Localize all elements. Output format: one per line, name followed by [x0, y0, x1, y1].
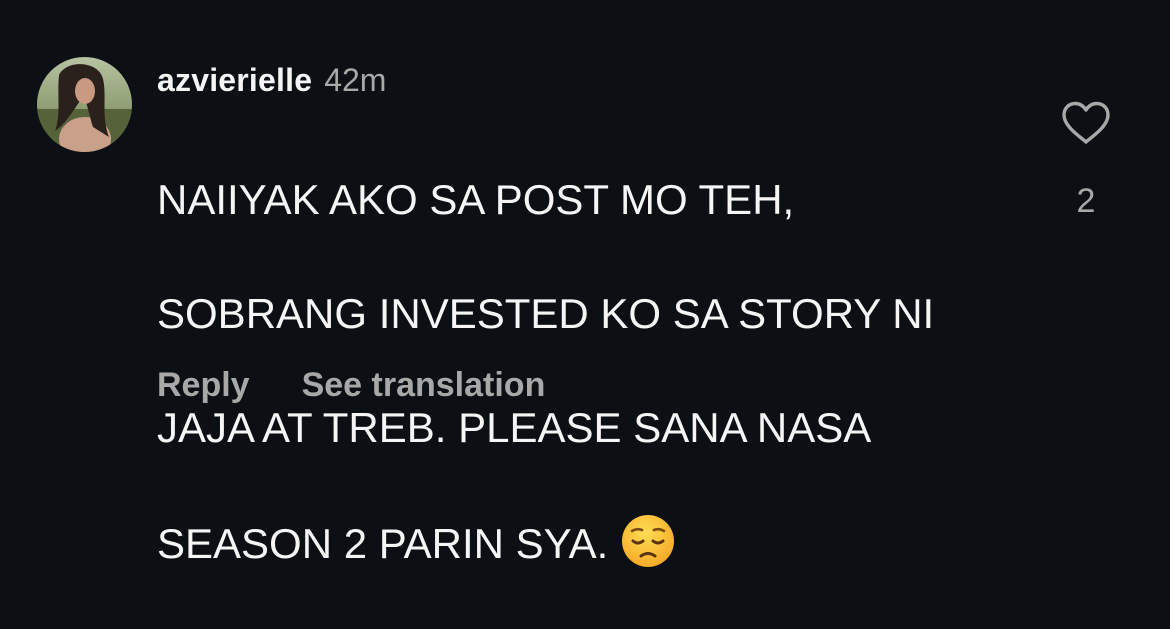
- comment-text-line: JAJA AT TREB. PLEASE SANA NASA: [157, 404, 872, 451]
- timestamp: 42m: [324, 62, 387, 98]
- pensive-face-icon: [622, 515, 675, 567]
- avatar[interactable]: [37, 57, 132, 152]
- comment-text-line: NAIIYAK AKO SA POST MO TEH,: [157, 176, 795, 223]
- see-translation-button[interactable]: See translation: [302, 366, 546, 405]
- comment: azvierielle 42m NAIIYAK AKO SA POST MO T…: [0, 0, 1170, 567]
- username[interactable]: azvierielle: [157, 62, 312, 99]
- comment-text-line-last: SEASON 2 PARIN SYA.: [157, 513, 1037, 572]
- comment-text-line: SEASON 2 PARIN SYA.: [157, 520, 609, 567]
- comment-text-line: SOBRANG INVESTED KO SA STORY NI: [157, 290, 935, 337]
- comment-actions: Reply See translation: [157, 366, 545, 405]
- avatar-photo: [37, 57, 132, 152]
- like-button[interactable]: [1054, 100, 1118, 146]
- reply-button[interactable]: Reply: [157, 366, 250, 405]
- heart-outline-icon[interactable]: [1060, 100, 1112, 146]
- like-count: 2: [1076, 182, 1096, 220]
- comment-header: azvierielle 42m: [157, 62, 386, 102]
